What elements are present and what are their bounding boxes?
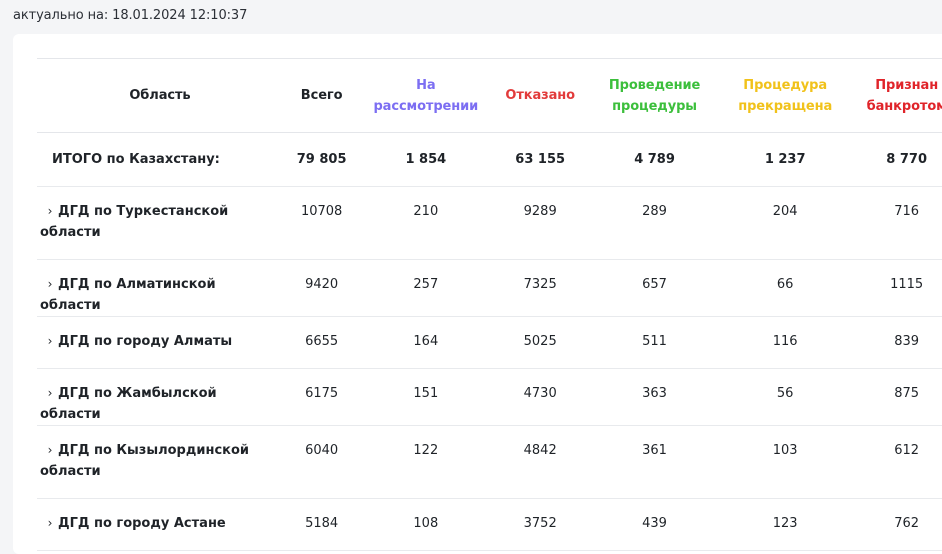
row-total: 6040 [276, 425, 367, 499]
row-bankrupt: 875 [856, 368, 942, 426]
last-updated-text: актуально на: 18.01.2024 12:10:37 [13, 8, 248, 23]
totals-stopped: 1 237 [714, 132, 857, 187]
row-review: 164 [366, 316, 486, 369]
row-region-name: ДГД по Жамбылской области [40, 386, 217, 422]
column-header-region[interactable]: Область [37, 58, 277, 133]
row-review: 108 [366, 498, 486, 551]
table-row[interactable]: › ДГД по Алматинской области 9420 257 732… [37, 259, 942, 317]
row-procedure: 361 [595, 425, 715, 499]
totals-label: ИТОГО по Казахстану: [37, 132, 277, 187]
row-procedure: 657 [595, 259, 715, 317]
row-denied: 4842 [485, 425, 596, 499]
row-review: 151 [366, 368, 486, 426]
statistics-card: Область Всего На рассмотрении Отказано П… [13, 34, 942, 554]
row-bankrupt: 716 [856, 186, 942, 260]
row-total: 6655 [276, 316, 367, 369]
row-stopped: 56 [714, 368, 857, 426]
row-procedure: 511 [595, 316, 715, 369]
totals-row: ИТОГО по Казахстану: 79 805 1 854 63 155… [37, 132, 942, 187]
column-header-stopped[interactable]: Процедура прекращена [714, 58, 857, 133]
row-procedure: 363 [595, 368, 715, 426]
row-stopped: 116 [714, 316, 857, 369]
totals-procedure: 4 789 [595, 132, 715, 187]
chevron-right-icon[interactable]: › [43, 383, 57, 404]
row-denied: 3752 [485, 498, 596, 551]
bankruptcy-stats-table: Область Всего На рассмотрении Отказано П… [37, 58, 942, 551]
row-denied: 5025 [485, 316, 596, 369]
column-header-total[interactable]: Всего [276, 58, 367, 133]
row-stopped: 103 [714, 425, 857, 499]
row-total: 5184 [276, 498, 367, 551]
chevron-right-icon[interactable]: › [43, 513, 57, 534]
row-bankrupt: 1115 [856, 259, 942, 317]
row-denied: 4730 [485, 368, 596, 426]
row-review: 210 [366, 186, 486, 260]
row-review: 122 [366, 425, 486, 499]
row-denied: 7325 [485, 259, 596, 317]
table-row[interactable]: › ДГД по Туркестанской области 10708 210 … [37, 186, 942, 260]
row-bankrupt: 762 [856, 498, 942, 551]
row-procedure: 439 [595, 498, 715, 551]
column-header-bankrupt[interactable]: Признан банкротом [856, 58, 942, 133]
row-denied: 9289 [485, 186, 596, 260]
column-header-procedure[interactable]: Проведение процедуры [595, 58, 715, 133]
row-total: 6175 [276, 368, 367, 426]
row-region-name: ДГД по Кызылординской области [40, 443, 250, 479]
row-region-name: ДГД по Туркестанской области [40, 204, 229, 240]
chevron-right-icon[interactable]: › [43, 274, 57, 295]
row-bankrupt: 612 [856, 425, 942, 499]
chevron-right-icon[interactable]: › [43, 440, 57, 461]
totals-total: 79 805 [276, 132, 367, 187]
column-header-review[interactable]: На рассмотрении [366, 58, 486, 133]
totals-bankrupt: 8 770 [856, 132, 942, 187]
row-stopped: 66 [714, 259, 857, 317]
row-total: 9420 [276, 259, 367, 317]
totals-review: 1 854 [366, 132, 486, 187]
row-total: 10708 [276, 186, 367, 260]
row-bankrupt: 839 [856, 316, 942, 369]
table-row[interactable]: › ДГД по Жамбылской области 6175 151 4730… [37, 368, 942, 426]
chevron-right-icon[interactable]: › [43, 201, 57, 222]
totals-denied: 63 155 [485, 132, 596, 187]
row-procedure: 289 [595, 186, 715, 260]
row-stopped: 204 [714, 186, 857, 260]
table-row[interactable]: › ДГД по городу Астане 5184 108 3752 439 … [37, 498, 942, 551]
row-stopped: 123 [714, 498, 857, 551]
row-region-name: ДГД по городу Алматы [58, 334, 233, 349]
row-region-name: ДГД по Алматинской области [40, 277, 216, 313]
table-row[interactable]: › ДГД по городу Алматы 6655 164 5025 511 … [37, 316, 942, 369]
column-header-denied[interactable]: Отказано [485, 58, 596, 133]
table-row[interactable]: › ДГД по Кызылординской области 6040 122 … [37, 425, 942, 499]
row-region-name: ДГД по городу Астане [58, 516, 226, 531]
row-review: 257 [366, 259, 486, 317]
chevron-right-icon[interactable]: › [43, 331, 57, 352]
table-header-row: Область Всего На рассмотрении Отказано П… [37, 58, 942, 133]
